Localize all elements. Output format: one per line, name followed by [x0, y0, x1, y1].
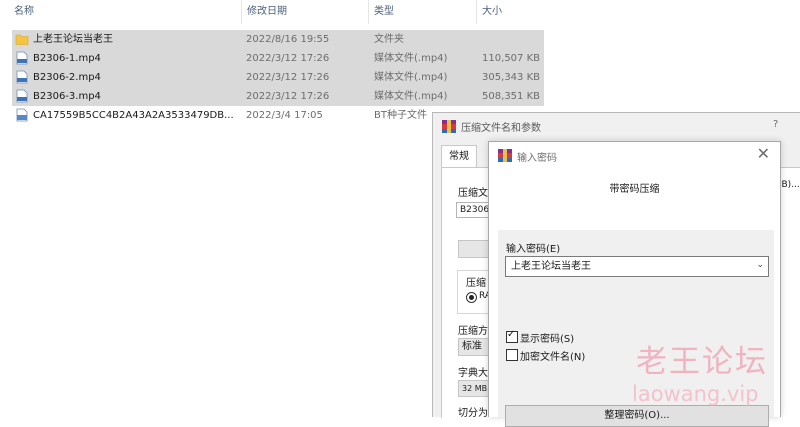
column-header-type[interactable]: 类型 [368, 0, 394, 24]
winrar-icon [442, 120, 456, 133]
mp4-file-icon [16, 51, 28, 65]
watermark-title: 老王论坛 [636, 344, 768, 380]
tab-general[interactable]: 常规 [441, 145, 477, 168]
file-row[interactable]: B2306-1.mp4 2022/3/12 17:26 媒体文件(.mp4) 1… [12, 49, 544, 68]
mp4-file-icon [16, 70, 28, 84]
mp4-file-icon [16, 89, 28, 103]
sort-ascending-icon: ^ [118, 0, 126, 3]
encrypt-filenames-checkbox[interactable] [506, 349, 518, 361]
column-header-name[interactable]: 名称 [14, 0, 34, 24]
winrar-icon [498, 149, 512, 162]
file-row[interactable]: B2306-2.mp4 2022/3/12 17:26 媒体文件(.mp4) 3… [12, 68, 544, 87]
show-password-label[interactable]: 显示密码(S) [520, 330, 574, 345]
torrent-file-icon [16, 108, 28, 122]
folder-icon [15, 34, 29, 45]
encrypt-filenames-label[interactable]: 加密文件名(N) [520, 348, 585, 363]
password-dialog-title: 输入密码 [517, 153, 557, 164]
split-volumes-label: 切分为 [458, 408, 488, 419]
column-header-size[interactable]: 大小 [476, 0, 502, 24]
browse-button[interactable]: (B)... [778, 180, 800, 190]
archive-format-label: 压缩 [466, 278, 486, 289]
enter-password-label: 输入密码(E) [506, 244, 561, 255]
help-button[interactable]: ? [773, 119, 778, 130]
file-row[interactable]: 上老王论坛当老王 2022/8/16 19:55 文件夹 [12, 30, 544, 49]
archive-name-label: 压缩文 [458, 188, 488, 199]
compression-method-label: 压缩方 [458, 326, 488, 337]
column-header-date[interactable]: 修改日期 [241, 0, 287, 24]
password-heading: 带密码压缩 [609, 184, 660, 195]
file-row[interactable]: B2306-3.mp4 2022/3/12 17:26 媒体文件(.mp4) 5… [12, 87, 544, 106]
chevron-down-icon[interactable]: ⌄ [756, 256, 764, 275]
organize-passwords-button[interactable]: 整理密码(O)... [505, 405, 769, 427]
rar-format-radio[interactable] [466, 292, 477, 303]
show-password-checkbox[interactable] [506, 329, 518, 343]
close-icon[interactable]: ✕ [757, 144, 770, 163]
dialog-title: 压缩文件名和参数 [461, 123, 541, 134]
watermark-url: laowang.vip [632, 382, 759, 406]
password-combobox[interactable]: 上老王论坛当老王 ⌄ [505, 256, 769, 277]
password-value: 上老王论坛当老王 [511, 261, 591, 272]
dictionary-size-label: 字典大 [458, 368, 488, 379]
